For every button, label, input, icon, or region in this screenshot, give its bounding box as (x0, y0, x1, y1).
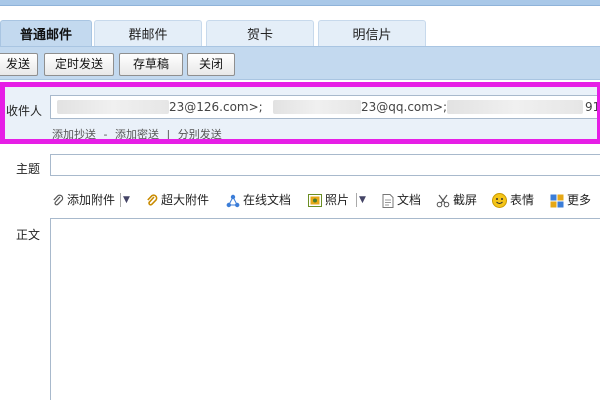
screenshot-button[interactable]: 截屏 (436, 190, 477, 210)
photos-label: 照片 (325, 193, 350, 207)
paperclip-icon (53, 194, 64, 205)
compose-toolbar: 发送 定时发送 存草稿 关闭 (0, 46, 600, 80)
docs-button[interactable]: 文档 (382, 190, 421, 210)
more-button[interactable]: 更多 (550, 190, 591, 210)
divider: | (166, 128, 171, 141)
message-body-editor[interactable] (50, 218, 600, 400)
emoji-label: 表情 (510, 193, 535, 207)
redacted-address (273, 100, 361, 114)
share-nodes-icon (226, 194, 240, 207)
subject-input[interactable] (50, 154, 600, 176)
recipient-chip[interactable]: 23@qq.com>; (361, 99, 447, 115)
separate-send-link[interactable]: 分别发送 (178, 128, 222, 141)
emoji-button[interactable]: 表情 (492, 190, 534, 210)
divider (120, 193, 121, 207)
document-icon (382, 193, 394, 208)
add-attachment-button[interactable]: 添加附件 (52, 190, 115, 210)
scissors-icon (436, 194, 450, 207)
attachment-dropdown-icon[interactable]: ▼ (123, 192, 130, 208)
online-docs-button[interactable]: 在线文档 (226, 190, 291, 210)
smiley-icon (492, 193, 507, 208)
add-attachment-label: 添加附件 (67, 193, 116, 207)
add-cc-link[interactable]: 添加抄送 (52, 128, 96, 141)
scheduled-send-button[interactable]: 定时发送 (44, 53, 114, 76)
close-button[interactable]: 关闭 (187, 53, 235, 76)
grid-apps-icon (550, 194, 564, 207)
photo-icon (308, 194, 322, 207)
save-draft-button[interactable]: 存草稿 (119, 53, 183, 76)
redacted-address (57, 100, 169, 114)
online-docs-label: 在线文档 (243, 193, 292, 207)
recipients-row: 收件人 23@126.com>; 23@qq.com>; 91 添加抄送 - 添… (0, 82, 600, 144)
recipient-chip[interactable]: 23@126.com>; (169, 99, 263, 115)
add-bcc-link[interactable]: 添加密送 (115, 128, 159, 141)
compose-tabs: 普通邮件 群邮件 贺卡 明信片 (0, 6, 600, 54)
more-label: 更多 (567, 193, 592, 207)
photos-button[interactable]: 照片 (308, 190, 349, 210)
divider (356, 193, 357, 207)
docs-label: 文档 (397, 193, 422, 207)
screenshot-label: 截屏 (453, 193, 478, 207)
recipient-options: 添加抄送 - 添加密送 | 分别发送 (52, 126, 226, 142)
divider: - (103, 128, 108, 141)
recipients-field[interactable]: 23@126.com>; 23@qq.com>; 91 (50, 95, 600, 119)
redacted-address (447, 100, 583, 114)
send-button[interactable]: 发送 (0, 53, 38, 76)
recipient-chip[interactable]: 91 (585, 99, 600, 115)
photos-dropdown-icon[interactable]: ▼ (359, 192, 366, 208)
paperclip-icon (147, 193, 158, 206)
subject-label: 主题 (16, 162, 41, 176)
attachment-bar: 添加附件 ▼ 超大附件 在线文档 照片 ▼ 文档 截屏 表情 更多 (50, 190, 600, 210)
large-attachment-button[interactable]: 超大附件 (146, 190, 209, 210)
body-label: 正文 (16, 228, 41, 242)
large-attachment-label: 超大附件 (161, 193, 210, 207)
recipients-label: 收件人 (6, 104, 43, 118)
